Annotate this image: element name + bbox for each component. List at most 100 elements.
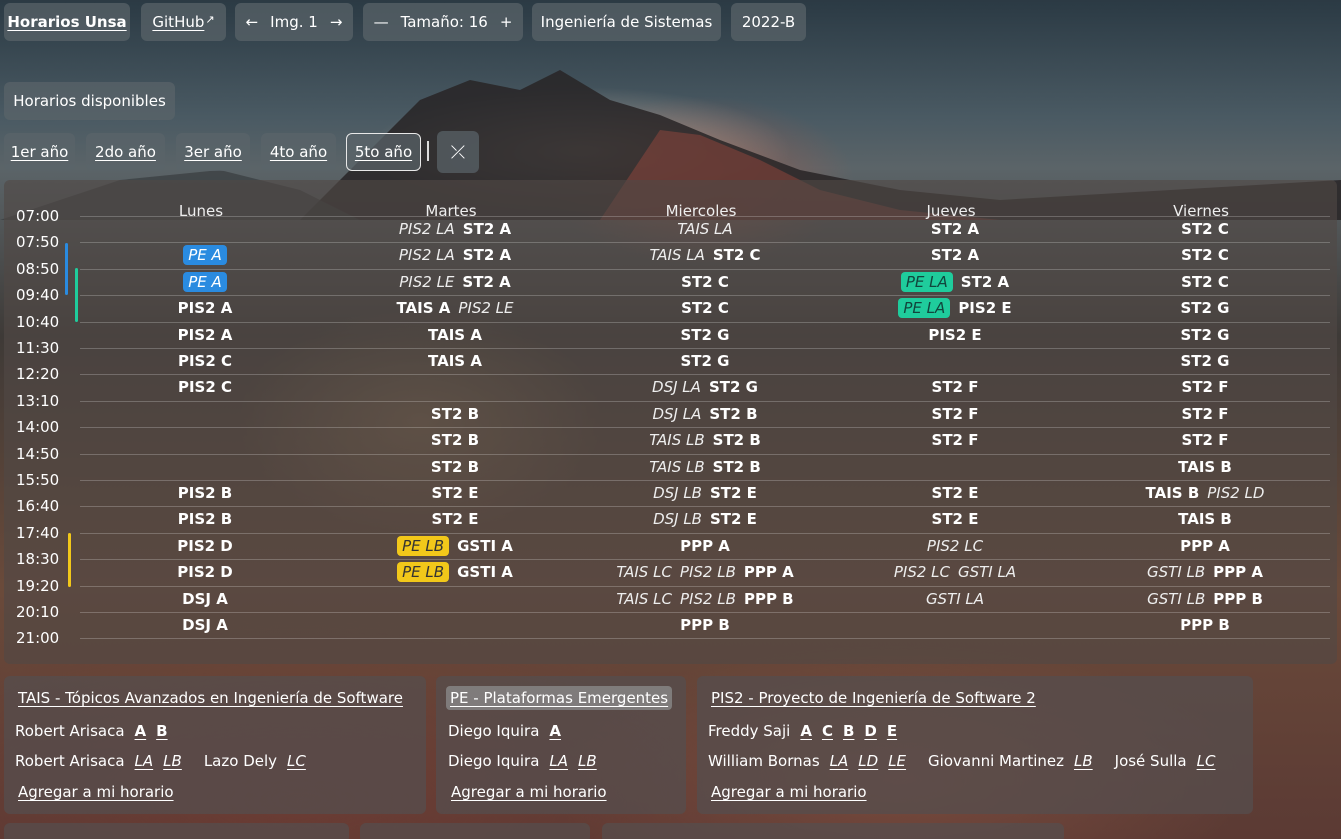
lab-section[interactable]: PIS2 LE <box>458 299 513 317</box>
arrow-left-icon[interactable]: ← <box>246 13 259 31</box>
career-button[interactable]: Ingeniería de Sistemas <box>532 3 721 41</box>
course-section[interactable]: ST2 G <box>680 326 729 344</box>
lab-section[interactable]: DSJ LB <box>653 484 702 502</box>
section-link[interactable]: D <box>864 722 876 740</box>
lab-section[interactable]: DSJ LA <box>652 378 701 396</box>
lab-section[interactable]: DSJ LA <box>652 405 701 423</box>
semester-button[interactable]: 2022-B <box>731 3 806 41</box>
course-section[interactable]: ST2 A <box>931 246 979 264</box>
lab-section[interactable]: PIS2 LB <box>680 590 736 608</box>
tab-year-3[interactable]: 3er año <box>176 133 250 171</box>
github-link[interactable]: GitHub ↗ <box>141 3 226 41</box>
course-section[interactable]: TAIS B <box>1146 484 1200 502</box>
course-section[interactable]: TAIS A <box>428 326 482 344</box>
course-section[interactable]: ST2 C <box>1181 220 1229 238</box>
lab-section[interactable]: PIS2 LC <box>894 563 950 581</box>
section-link[interactable]: LC <box>287 752 306 770</box>
course-section[interactable]: PPP A <box>1180 537 1230 555</box>
lab-section[interactable]: GSTI LB <box>1147 590 1205 608</box>
course-section[interactable]: ST2 F <box>1182 405 1229 423</box>
section-link[interactable]: A <box>135 722 147 740</box>
section-link[interactable]: LC <box>1197 752 1216 770</box>
lab-section[interactable]: TAIS LC <box>616 590 672 608</box>
course-section[interactable]: PIS2 E <box>958 299 1011 317</box>
lab-section[interactable]: TAIS LB <box>649 431 704 449</box>
course-section[interactable]: ST2 F <box>1182 431 1229 449</box>
section-link[interactable]: LA <box>549 752 568 770</box>
selected-section-badge[interactable]: PE LA <box>900 271 953 292</box>
lab-section[interactable]: PIS2 LE <box>399 273 454 291</box>
lab-section[interactable]: PIS2 LC <box>927 537 983 555</box>
course-section[interactable]: ST2 F <box>932 431 979 449</box>
section-link[interactable]: E <box>887 722 897 740</box>
course-section[interactable]: PPP A <box>680 537 730 555</box>
course-section[interactable]: ST2 B <box>431 405 479 423</box>
lab-section[interactable]: PIS2 LB <box>680 563 736 581</box>
course-section[interactable]: PIS2 C <box>178 378 232 396</box>
course-section[interactable]: PPP B <box>680 616 730 634</box>
course-section[interactable]: PIS2 D <box>177 563 233 581</box>
minus-icon[interactable]: — <box>374 13 389 31</box>
course-section[interactable]: DSJ A <box>182 590 228 608</box>
section-link[interactable]: C <box>822 722 833 740</box>
course-section[interactable]: DSJ A <box>182 616 228 634</box>
course-section[interactable]: ST2 A <box>462 273 510 291</box>
lab-section[interactable]: PIS2 LA <box>399 246 455 264</box>
course-section[interactable]: ST2 E <box>432 510 479 528</box>
course-section[interactable]: ST2 G <box>680 352 729 370</box>
course-section[interactable]: ST2 C <box>681 273 729 291</box>
lab-section[interactable]: TAIS LA <box>677 220 732 238</box>
lab-section[interactable]: TAIS LB <box>649 458 704 476</box>
section-link[interactable]: B <box>156 722 167 740</box>
course-title-pis2[interactable]: PIS2 - Proyecto de Ingeniería de Softwar… <box>707 686 1040 710</box>
course-section[interactable]: ST2 C <box>1181 246 1229 264</box>
course-section[interactable]: PIS2 B <box>178 484 232 502</box>
section-link[interactable]: LE <box>888 752 906 770</box>
course-section[interactable]: PIS2 A <box>178 299 233 317</box>
course-section[interactable]: ST2 E <box>432 484 479 502</box>
section-link[interactable]: LD <box>858 752 878 770</box>
course-section[interactable]: ST2 G <box>1180 326 1229 344</box>
lab-section[interactable]: PIS2 LA <box>399 220 455 238</box>
course-section[interactable]: PPP A <box>1213 563 1263 581</box>
course-section[interactable]: PPP B <box>1180 616 1230 634</box>
course-section[interactable]: TAIS B <box>1178 458 1232 476</box>
section-link[interactable]: LA <box>135 752 154 770</box>
section-link[interactable]: A <box>549 722 561 740</box>
course-section[interactable]: ST2 B <box>431 458 479 476</box>
course-section[interactable]: ST2 A <box>931 220 979 238</box>
course-section[interactable]: PIS2 A <box>178 326 233 344</box>
course-section[interactable]: ST2 B <box>713 431 761 449</box>
lab-section[interactable]: TAIS LC <box>616 563 672 581</box>
course-section[interactable]: ST2 B <box>431 431 479 449</box>
course-section[interactable]: ST2 A <box>961 273 1009 291</box>
course-section[interactable]: GSTI A <box>457 537 513 555</box>
course-section[interactable]: ST2 G <box>1180 299 1229 317</box>
add-to-schedule-link[interactable]: Agregar a mi horario <box>451 783 607 801</box>
course-section[interactable]: ST2 A <box>463 246 511 264</box>
course-section[interactable]: ST2 G <box>1180 352 1229 370</box>
course-section[interactable]: PIS2 C <box>178 352 232 370</box>
section-link[interactable]: LB <box>163 752 182 770</box>
selected-section-badge[interactable]: PE LB <box>397 562 450 583</box>
add-to-schedule-link[interactable]: Agregar a mi horario <box>711 783 867 801</box>
course-section[interactable]: ST2 F <box>932 378 979 396</box>
section-link[interactable]: LB <box>578 752 597 770</box>
tab-year-5[interactable]: 5to año <box>346 133 421 171</box>
lab-section[interactable]: GSTI LB <box>1147 563 1205 581</box>
course-section[interactable]: ST2 E <box>932 510 979 528</box>
course-section[interactable]: PIS2 B <box>178 510 232 528</box>
course-section[interactable]: ST2 C <box>713 246 761 264</box>
tab-year-2[interactable]: 2do año <box>86 133 165 171</box>
course-section[interactable]: ST2 G <box>709 378 758 396</box>
arrow-right-icon[interactable]: → <box>330 13 343 31</box>
section-link[interactable]: LA <box>830 752 849 770</box>
course-section[interactable]: ST2 E <box>710 484 757 502</box>
add-to-schedule-link[interactable]: Agregar a mi horario <box>18 783 174 801</box>
course-section[interactable]: PPP A <box>744 563 794 581</box>
course-section[interactable]: TAIS B <box>1178 510 1232 528</box>
section-link[interactable]: B <box>843 722 854 740</box>
course-section[interactable]: PIS2 D <box>177 537 233 555</box>
section-link[interactable]: LB <box>1074 752 1093 770</box>
course-section[interactable]: ST2 B <box>713 458 761 476</box>
